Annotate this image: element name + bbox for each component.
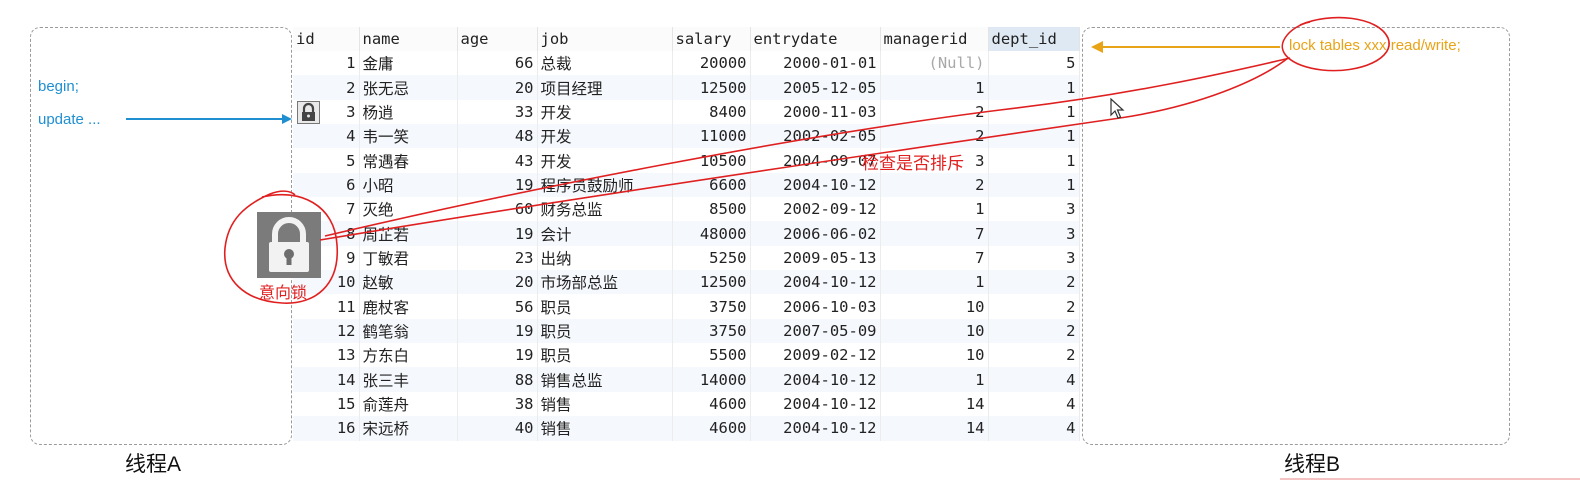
mouse-cursor-icon xyxy=(1110,98,1125,119)
lock-tables-arrowhead xyxy=(1091,41,1103,53)
intent-lock-circle xyxy=(224,190,338,304)
lock-command-circle xyxy=(1281,16,1390,72)
check-line-lower xyxy=(319,57,1289,241)
annotation-overlay xyxy=(126,16,1390,304)
bottom-divider xyxy=(1280,478,1580,480)
update-arrowhead xyxy=(282,114,292,124)
check-line-upper xyxy=(324,57,1291,237)
